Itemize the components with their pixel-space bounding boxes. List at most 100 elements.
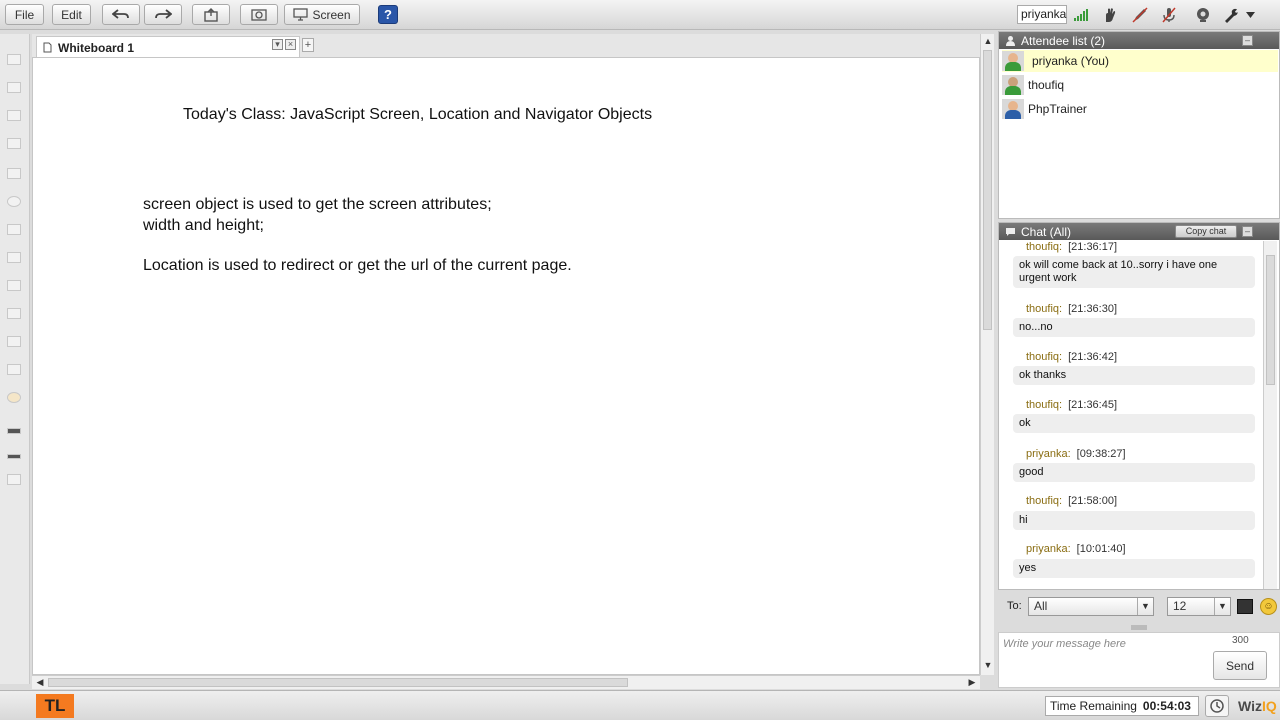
- scroll-up-icon[interactable]: ▲: [983, 36, 993, 48]
- wrench-icon[interactable]: [1222, 6, 1240, 24]
- tab-close-icon[interactable]: ×: [285, 39, 296, 50]
- attendee-row[interactable]: thoufiq: [1002, 74, 1278, 96]
- square-tool-icon[interactable]: [7, 168, 21, 179]
- webcam-icon[interactable]: [1194, 6, 1212, 24]
- signal-icon: [1072, 6, 1090, 24]
- pencil-tool-icon[interactable]: [7, 110, 21, 121]
- chat-message-header: thoufiq: [21:36:17]: [1026, 241, 1117, 253]
- avatar: [1002, 51, 1024, 71]
- whiteboard-vertical-scrollbar[interactable]: ▲ ▼: [980, 34, 994, 675]
- table-tool-icon[interactable]: [7, 308, 21, 319]
- attendee-name: PhpTrainer: [1028, 102, 1087, 116]
- thin-line-icon[interactable]: [7, 474, 21, 485]
- time-remaining: Time Remaining 00:54:03: [1045, 696, 1199, 716]
- whiteboard-canvas[interactable]: Today's Class: JavaScript Screen, Locati…: [32, 57, 980, 675]
- file-menu-button[interactable]: File: [5, 4, 44, 25]
- attendee-panel-header: Attendee list (2): [999, 32, 1279, 49]
- delete-tool-icon[interactable]: [7, 364, 21, 375]
- scroll-thumb[interactable]: [983, 50, 992, 330]
- chat-sender: thoufiq:: [1026, 303, 1063, 315]
- mic-icon[interactable]: [1160, 6, 1178, 24]
- edit-menu-button[interactable]: Edit: [52, 4, 91, 25]
- extend-time-button[interactable]: [1205, 695, 1229, 717]
- document-icon: [43, 42, 52, 53]
- chevron-down-icon: ▼: [1214, 598, 1230, 615]
- message-input[interactable]: [1003, 635, 1203, 653]
- record-button[interactable]: [240, 4, 278, 25]
- recipient-select[interactable]: All ▼: [1028, 597, 1154, 616]
- minimize-icon[interactable]: –: [1242, 35, 1253, 46]
- rectangle-tool-icon[interactable]: [7, 138, 21, 149]
- scroll-thumb[interactable]: [1266, 255, 1275, 385]
- minimize-icon[interactable]: –: [1242, 226, 1253, 237]
- medium-line-icon[interactable]: [7, 454, 21, 459]
- chat-sender: thoufiq:: [1026, 399, 1063, 411]
- tab-whiteboard-1[interactable]: Whiteboard 1: [36, 36, 300, 58]
- chat-timestamp: [21:36:30]: [1068, 303, 1118, 315]
- whiteboard-text-line: width and height;: [143, 217, 264, 234]
- chat-compose-area: 300 Send: [998, 632, 1280, 688]
- screen-share-button[interactable]: Screen: [284, 4, 360, 25]
- undo-button[interactable]: [102, 4, 140, 25]
- help-button[interactable]: ?: [378, 5, 398, 24]
- current-user-label: priyanka: [1017, 5, 1067, 24]
- clock-icon: [1210, 699, 1224, 713]
- send-button[interactable]: Send: [1213, 651, 1267, 680]
- font-size-select[interactable]: 12 ▼: [1167, 597, 1231, 616]
- pen-icon[interactable]: [1131, 6, 1149, 24]
- chat-message-header: thoufiq: [21:58:00]: [1026, 495, 1117, 507]
- redo-button[interactable]: [144, 4, 182, 25]
- send-label: Send: [1225, 658, 1255, 673]
- scroll-thumb[interactable]: [48, 678, 628, 687]
- redo-icon: [155, 8, 172, 19]
- grid-tool-icon[interactable]: [7, 280, 21, 291]
- emoticon-icon[interactable]: ☺: [1260, 598, 1277, 615]
- add-whiteboard-button[interactable]: +: [302, 38, 314, 52]
- chat-scrollbar[interactable]: [1263, 241, 1277, 589]
- copy-chat-button[interactable]: Copy chat: [1175, 225, 1237, 238]
- to-label: To:: [1007, 600, 1022, 612]
- select-tool-icon[interactable]: [7, 54, 21, 65]
- color-tool-icon[interactable]: [7, 392, 21, 403]
- edit-menu-label: Edit: [61, 7, 82, 22]
- screen-icon: [293, 8, 309, 21]
- line-tool-icon[interactable]: [7, 224, 21, 235]
- chat-sender: thoufiq:: [1026, 241, 1063, 253]
- chat-message-text: hi: [1013, 511, 1255, 530]
- scroll-left-icon[interactable]: ◀: [34, 677, 46, 688]
- chat-message-text: yes: [1013, 559, 1255, 578]
- triangle-tool-icon[interactable]: [7, 252, 21, 263]
- attendees-icon: [1006, 36, 1015, 46]
- whiteboard-tabbar: Whiteboard 1 ▾ × +: [32, 34, 980, 58]
- scroll-down-icon[interactable]: ▼: [983, 660, 993, 672]
- resize-handle[interactable]: [1131, 625, 1147, 630]
- scroll-right-icon[interactable]: ▶: [966, 677, 978, 688]
- char-count: 300: [1232, 635, 1249, 646]
- tab-menu-icon[interactable]: ▾: [272, 39, 283, 50]
- help-label: ?: [384, 7, 392, 22]
- chat-timestamp: [21:36:17]: [1068, 241, 1118, 253]
- avatar: [1002, 99, 1024, 119]
- image-tool-icon[interactable]: [7, 336, 21, 347]
- chat-bubble-icon: [1006, 227, 1015, 236]
- circle-tool-icon[interactable]: [7, 196, 21, 207]
- text-color-picker[interactable]: [1237, 599, 1253, 614]
- chat-sender: thoufiq:: [1026, 351, 1063, 363]
- screen-share-label: Screen: [312, 7, 351, 22]
- chat-message-header: thoufiq: [21:36:45]: [1026, 399, 1117, 411]
- whiteboard-tab-label: Whiteboard 1: [58, 40, 135, 55]
- import-button[interactable]: [192, 4, 230, 25]
- settings-dropdown-icon[interactable]: [1244, 6, 1256, 24]
- whiteboard-horizontal-scrollbar[interactable]: ◀ ▶: [32, 675, 980, 689]
- attendee-name: priyanka (You): [1032, 54, 1109, 68]
- pointer-tool-icon[interactable]: [7, 82, 21, 93]
- undo-icon: [112, 8, 129, 19]
- attendee-row[interactable]: PhpTrainer: [1002, 98, 1278, 120]
- thick-line-icon[interactable]: [7, 428, 21, 434]
- hand-raise-icon[interactable]: [1101, 6, 1119, 24]
- brand-text-b: IQ: [1261, 698, 1277, 714]
- chat-panel: Chat (All) Copy chat – thoufiq: [21:36:17…: [998, 222, 1280, 590]
- attendee-row[interactable]: priyanka (You): [1002, 50, 1278, 72]
- chat-message-header: thoufiq: [21:36:42]: [1026, 351, 1117, 363]
- recipient-value: All: [1034, 599, 1048, 613]
